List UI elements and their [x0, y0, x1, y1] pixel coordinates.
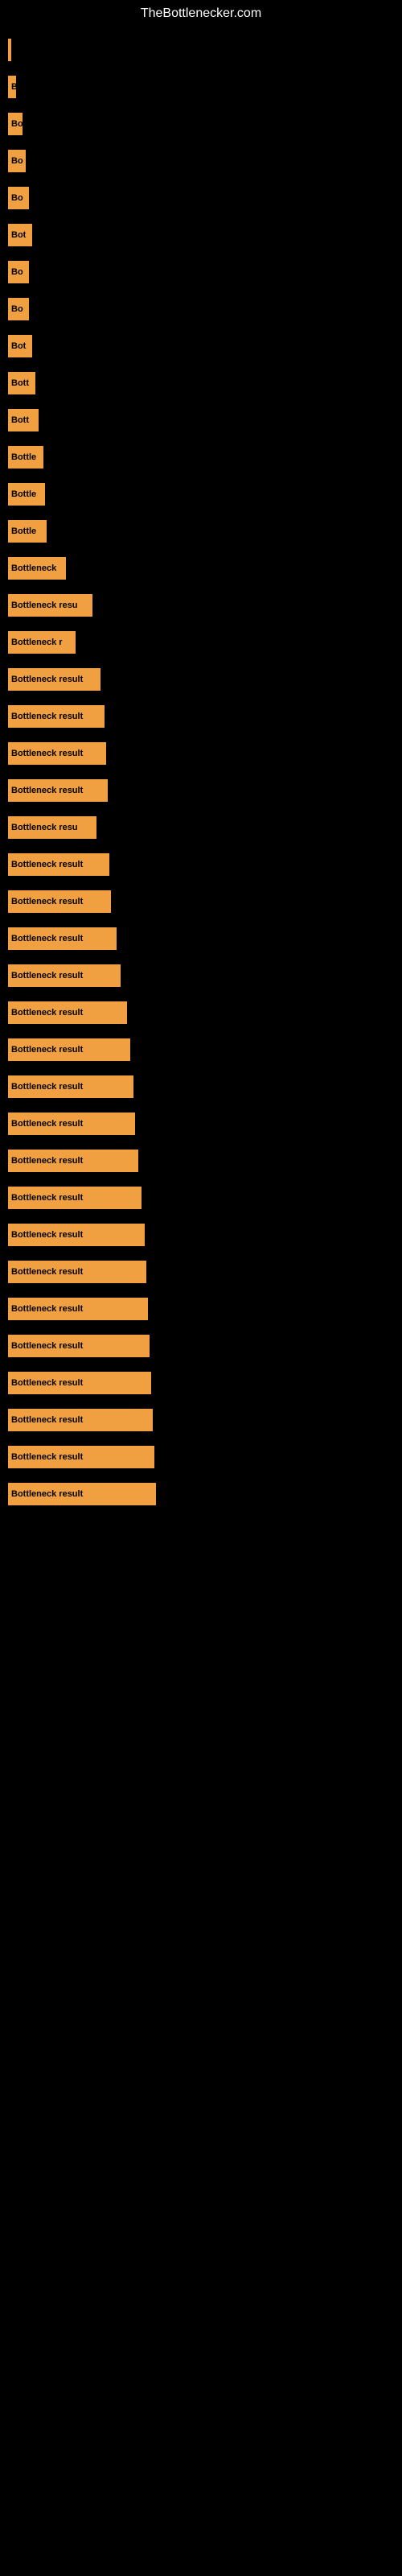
bar-item: Bo	[8, 298, 29, 320]
bar-item: Bottleneck resu	[8, 816, 96, 839]
bar-item: Bottleneck result	[8, 1298, 148, 1320]
site-title: TheBottlenecker.com	[0, 0, 402, 24]
bar-item: Bottleneck result	[8, 1446, 154, 1468]
bar-item: Bottleneck resu	[8, 594, 92, 617]
bars-container: BB Bo Bo Bo Bot Bo Bo Bot Bott Bott Bottle Bottle Bo…	[0, 24, 402, 1521]
bar-row: Bottle	[8, 514, 402, 549]
bar-row: Bottleneck r	[8, 625, 402, 660]
bar-item: Bottleneck result	[8, 668, 100, 691]
bar-row: Bottleneck result	[8, 1291, 402, 1327]
bar-item: Bottleneck result	[8, 927, 117, 950]
bar-row: Bottleneck result	[8, 1106, 402, 1141]
bar-item: Bottleneck result	[8, 853, 109, 876]
bar-item: Bot	[8, 224, 32, 246]
bar-row: Bottleneck resu	[8, 588, 402, 623]
bar-item: Bot	[8, 335, 32, 357]
bar-row: Bottleneck result	[8, 1180, 402, 1216]
bar-item: Bottleneck result	[8, 1075, 133, 1098]
bar-item: Bottleneck result	[8, 1038, 130, 1061]
bar-item: Bo	[8, 187, 29, 209]
bar-item: Bottleneck result	[8, 742, 106, 765]
bar-item: Bo	[8, 113, 23, 135]
bar-item: Bottleneck result	[8, 705, 105, 728]
bar-item: Bottle	[8, 446, 43, 469]
bar-item: Bottleneck	[8, 557, 66, 580]
bar-item: Bottleneck r	[8, 631, 76, 654]
bar-item: Bottle	[8, 520, 47, 543]
bar-row: Bottleneck result	[8, 995, 402, 1030]
bar-item: Bottleneck result	[8, 1113, 135, 1135]
bar-item: Bottleneck result	[8, 1150, 138, 1172]
bar-row: Bottleneck result	[8, 1402, 402, 1438]
bar-item: Bottleneck result	[8, 964, 121, 987]
bar-row: Bot	[8, 217, 402, 253]
bar-item: B	[8, 76, 16, 98]
bar-row: Bottleneck result	[8, 1439, 402, 1475]
bar-item: Bottleneck result	[8, 1372, 151, 1394]
bar-row: Bottleneck result	[8, 1254, 402, 1290]
bar-row: Bo	[8, 254, 402, 290]
bar-row: Bottle	[8, 477, 402, 512]
bar-row: Bottleneck result	[8, 1032, 402, 1067]
bar-item: Bottleneck result	[8, 1001, 127, 1024]
bar-item: Bott	[8, 409, 39, 431]
bar-item: Bottleneck result	[8, 779, 108, 802]
bar-row: Bottleneck result	[8, 1365, 402, 1401]
bar-row: Bo	[8, 106, 402, 142]
bar-row: Bottleneck result	[8, 1476, 402, 1512]
bar-item: Bottleneck result	[8, 1261, 146, 1283]
bar-item: Bo	[8, 150, 26, 172]
bar-row: Bott	[8, 402, 402, 438]
bar-row: Bottleneck result	[8, 662, 402, 697]
bar-row: Bottleneck result	[8, 884, 402, 919]
bar-row: Bo	[8, 291, 402, 327]
bar-item: Bottleneck result	[8, 890, 111, 913]
bar-item: Bottleneck result	[8, 1483, 156, 1505]
bar-row: Bottleneck resu	[8, 810, 402, 845]
bar-item: B	[8, 39, 11, 61]
bar-row: B	[8, 69, 402, 105]
bar-row: Bottleneck result	[8, 1069, 402, 1104]
bar-row: Bottleneck result	[8, 1143, 402, 1179]
bar-row: Bottleneck result	[8, 773, 402, 808]
bar-item: Bo	[8, 261, 29, 283]
bar-item: Bottleneck result	[8, 1335, 150, 1357]
bar-row: Bottleneck result	[8, 847, 402, 882]
bar-row: Bott	[8, 365, 402, 401]
bar-item: Bottleneck result	[8, 1224, 145, 1246]
bar-row: Bottleneck result	[8, 1217, 402, 1253]
bar-row: Bo	[8, 143, 402, 179]
bar-row: B	[8, 32, 402, 68]
bar-row: Bottleneck result	[8, 699, 402, 734]
bar-item: Bott	[8, 372, 35, 394]
bar-item: Bottleneck result	[8, 1187, 142, 1209]
bar-item: Bottleneck result	[8, 1409, 153, 1431]
bar-row: Bo	[8, 180, 402, 216]
bar-row: Bottle	[8, 440, 402, 475]
bar-row: Bot	[8, 328, 402, 364]
bar-row: Bottleneck result	[8, 736, 402, 771]
bar-row: Bottleneck	[8, 551, 402, 586]
bar-row: Bottleneck result	[8, 958, 402, 993]
bar-item: Bottle	[8, 483, 45, 506]
bar-row: Bottleneck result	[8, 921, 402, 956]
bar-row: Bottleneck result	[8, 1328, 402, 1364]
